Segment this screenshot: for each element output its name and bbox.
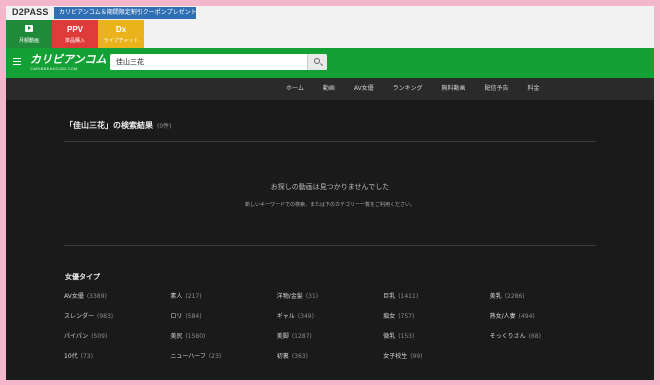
category-name: パイパン [64, 333, 89, 340]
category-link[interactable]: 素人 (217) [170, 292, 276, 302]
category-count: (584) [185, 313, 202, 320]
category-link[interactable]: パイパン (509) [64, 332, 170, 342]
divider [64, 245, 596, 246]
search-input[interactable] [110, 54, 307, 70]
category-name: AV女優 [64, 293, 84, 300]
logo-text: カリビアンコム [30, 54, 107, 66]
category-count: (153) [398, 333, 415, 340]
category-link[interactable]: 洋物/金髪 (31) [277, 292, 383, 302]
category-grid: AV女優 (3389) 素人 (217) 洋物/金髪 (31) 巨乳 (1411) 美乳 (228… [64, 292, 596, 362]
category-link[interactable]: ロリ (584) [170, 312, 276, 322]
category-link[interactable]: 微乳 (153) [383, 332, 489, 342]
category-count: (23) [208, 353, 222, 360]
play-icon [25, 24, 33, 35]
nav-upcoming[interactable]: 配信予告 [485, 78, 509, 100]
service-tiles: 月額動画 PPV 単品購入 Dx ライブチャット [6, 20, 654, 48]
main-nav: ホーム 動画 AV女優 ランキング 無料動画 配信予告 料金 [6, 78, 654, 100]
nav-videos[interactable]: 動画 [323, 78, 335, 100]
category-name: 微乳 [383, 333, 396, 340]
category-link[interactable]: そっくりさん (68) [490, 332, 596, 342]
not-found-message: お探しの動画は見つかりませんでした [270, 183, 390, 191]
category-name: 巨乳 [383, 293, 396, 300]
logo-subtext: CARIBBEANCOM.COM [30, 66, 78, 71]
category-name: 女子校生 [383, 353, 408, 360]
nav-free-videos[interactable]: 無料動画 [442, 78, 466, 100]
category-name: 10代 [64, 353, 78, 360]
category-count: (349) [297, 313, 314, 320]
search-hint: 新しいキーワードでの検索、または下のカテゴリー一覧をご利用ください。 [244, 202, 415, 208]
category-count: (68) [528, 333, 541, 340]
category-name: 痴女 [383, 313, 396, 320]
category-link[interactable]: 痴女 (757) [383, 312, 489, 322]
ppv-icon: PPV [66, 24, 83, 34]
category-name: スレンダー [64, 313, 95, 320]
category-count: (1411) [398, 293, 419, 300]
nav-pricing[interactable]: 料金 [528, 78, 540, 100]
category-count: (31) [305, 293, 319, 300]
category-name: 素人 [170, 293, 183, 300]
category-count: (1580) [185, 333, 206, 340]
nav-ranking[interactable]: ランキング [393, 78, 423, 100]
category-link[interactable]: 初裏 (363) [277, 352, 383, 362]
category-name: 洋物/金髪 [276, 293, 303, 300]
category-count: (2286) [504, 293, 525, 300]
category-link[interactable]: 熟女/人妻 (494) [490, 312, 596, 322]
category-count: (983) [97, 313, 114, 320]
section-title: 女優タイプ [65, 273, 100, 281]
tile-livechat[interactable]: Dx ライブチャット [98, 20, 144, 48]
d2pass-logo[interactable]: D2PASS [12, 7, 49, 17]
category-count: (509) [91, 333, 108, 340]
tile-label: 月額動画 [18, 37, 39, 44]
page-frame: D2PASS カリビアンコム＆期間限定割引クーポンプレゼント中！ 月額動画 PP… [6, 6, 654, 380]
category-count: (99) [410, 353, 423, 360]
nav-home[interactable]: ホーム [286, 78, 304, 100]
site-header: カリビアンコム CARIBBEANCOM.COM [6, 48, 654, 78]
category-link[interactable]: スレンダー (983) [64, 312, 170, 322]
category-name: ギャル [276, 313, 295, 320]
tile-ppv[interactable]: PPV 単品購入 [52, 20, 98, 48]
category-link[interactable]: 巨乳 (1411) [383, 292, 489, 302]
category-link[interactable]: 美乳 (2286) [490, 292, 596, 302]
category-count: (3389) [86, 293, 107, 300]
category-name: ニューハーフ [170, 353, 206, 360]
site-logo[interactable]: カリビアンコム CARIBBEANCOM.COM [30, 54, 107, 71]
category-count: (363) [291, 353, 308, 360]
dx-icon: Dx [115, 24, 127, 34]
category-count: (494) [518, 313, 535, 320]
results-title: 「佳山三花」の検索結果 (0件) [65, 120, 172, 131]
category-link[interactable]: 美脚 (1287) [277, 332, 383, 342]
category-name: 熟女/人妻 [489, 313, 516, 320]
category-link[interactable]: AV女優 (3389) [64, 292, 170, 302]
divider [64, 141, 596, 142]
tile-monthly-video[interactable]: 月額動画 [6, 20, 52, 48]
category-link[interactable]: ニューハーフ (23) [170, 352, 276, 362]
promo-banner[interactable]: カリビアンコム＆期間限定割引クーポンプレゼント中！ [54, 7, 196, 19]
tile-label: ライブチャット [103, 37, 139, 44]
results-heading: 「佳山三花」の検索結果 [65, 121, 153, 130]
category-name: そっくりさん [489, 333, 526, 340]
category-link[interactable]: ギャル (349) [277, 312, 383, 322]
category-name: 美尻 [170, 333, 183, 340]
category-link[interactable]: 美尻 (1580) [170, 332, 276, 342]
nav-actresses[interactable]: AV女優 [354, 78, 374, 100]
top-strip: D2PASS カリビアンコム＆期間限定割引クーポンプレゼント中！ [6, 6, 654, 20]
category-link[interactable]: 女子校生 (99) [383, 352, 489, 362]
results-count: (0件) [157, 123, 172, 130]
menu-icon[interactable] [13, 58, 21, 66]
category-name: ロリ [170, 313, 183, 320]
category-name: 美乳 [489, 293, 502, 300]
category-count: (73) [80, 353, 93, 360]
search-button[interactable] [307, 54, 327, 70]
category-count: (217) [185, 293, 202, 300]
search-box [110, 54, 327, 70]
tile-label: 単品購入 [64, 37, 85, 44]
category-name: 初裏 [276, 353, 289, 360]
category-link[interactable]: 10代 (73) [64, 352, 170, 362]
category-count: (757) [398, 313, 415, 320]
category-count: (1287) [291, 333, 312, 340]
category-name: 美脚 [276, 333, 289, 340]
search-icon [314, 58, 320, 64]
